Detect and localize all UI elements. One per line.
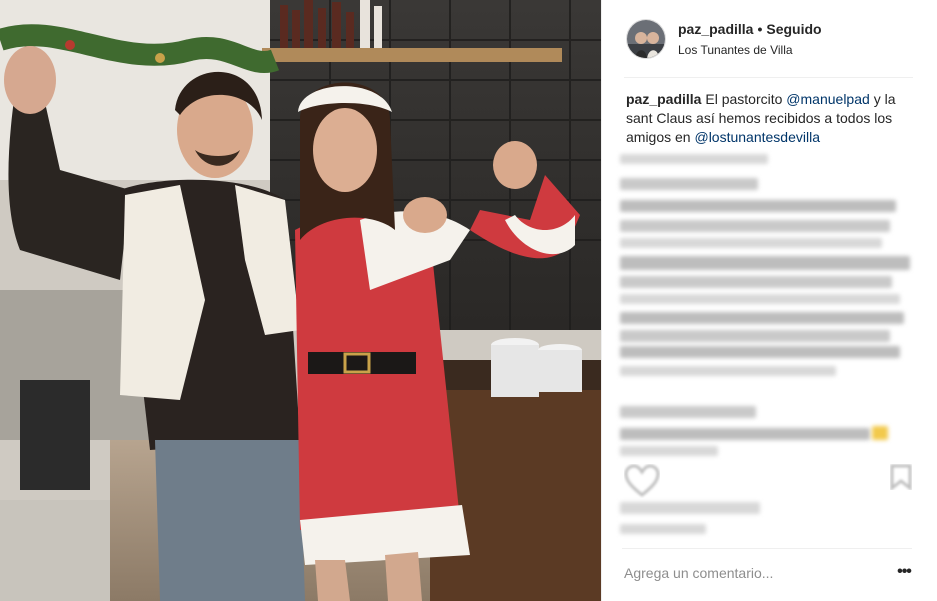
- location-link[interactable]: Los Tunantes de Villa: [678, 43, 822, 57]
- caption-username[interactable]: paz_padilla: [626, 91, 701, 107]
- post-header: paz_padilla • Seguido Los Tunantes de Vi…: [602, 0, 937, 77]
- blurred-content: [620, 346, 900, 358]
- blurred-content: [620, 502, 760, 514]
- separator-dot: •: [757, 20, 763, 37]
- username-link[interactable]: paz_padilla: [678, 21, 753, 37]
- blurred-content: [872, 426, 888, 440]
- comment-divider: [622, 548, 912, 549]
- blurred-content: [620, 446, 718, 456]
- blurred-content: [620, 276, 892, 288]
- blurred-content: [620, 220, 890, 232]
- caption-mention-1[interactable]: @manuelpad: [786, 91, 870, 107]
- post-image: [0, 0, 601, 601]
- blurred-content: [620, 238, 882, 248]
- blurred-content: [620, 312, 904, 324]
- post-caption: paz_padilla El pastorcito @manuelpad y l…: [626, 90, 918, 147]
- profile-avatar[interactable]: [626, 18, 666, 59]
- follow-status-button[interactable]: Seguido: [766, 21, 821, 37]
- avatar-image: [627, 19, 665, 58]
- header-divider: [624, 77, 913, 78]
- blurred-content: [620, 524, 706, 534]
- blurred-content: [620, 428, 870, 440]
- blurred-content: [620, 294, 900, 304]
- header-top-line: paz_padilla • Seguido: [678, 21, 822, 37]
- blurred-content: [620, 330, 890, 342]
- more-options-button[interactable]: •••: [892, 562, 916, 584]
- blurred-content: [620, 200, 896, 212]
- blurred-content: [620, 154, 768, 164]
- blurred-content: [620, 256, 910, 270]
- blurred-content: [620, 366, 836, 376]
- caption-mention-2[interactable]: @lostunantesdevilla: [694, 129, 820, 145]
- post-modal: paz_padilla • Seguido Los Tunantes de Vi…: [0, 0, 937, 601]
- heart-icon[interactable]: [624, 464, 660, 498]
- bookmark-icon[interactable]: [890, 464, 912, 490]
- post-photo[interactable]: [0, 0, 601, 601]
- caption-text-1: El pastorcito: [705, 91, 783, 107]
- header-text: paz_padilla • Seguido Los Tunantes de Vi…: [678, 21, 822, 57]
- blurred-content: [620, 178, 758, 190]
- blurred-content: [620, 406, 756, 418]
- comment-input[interactable]: [624, 558, 894, 588]
